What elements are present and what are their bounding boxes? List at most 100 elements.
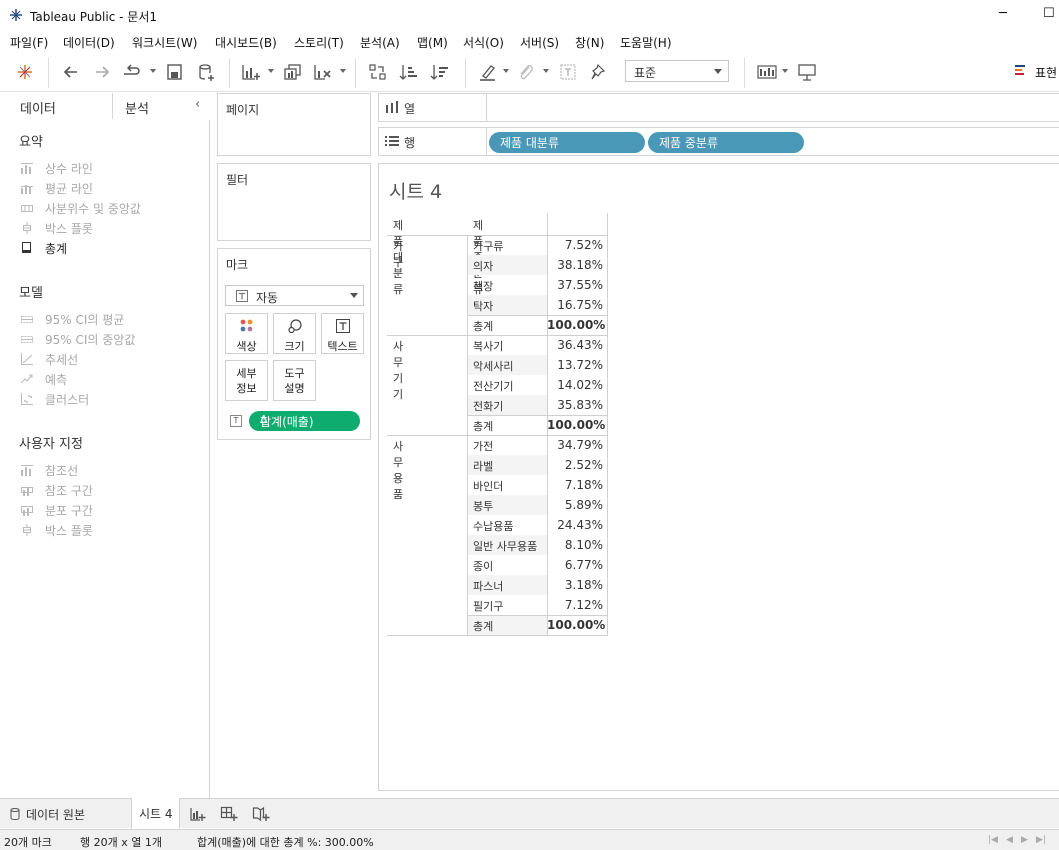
- mark-type-select[interactable]: 자동: [225, 285, 364, 306]
- menu-data[interactable]: 데이터(D): [63, 34, 115, 51]
- category-header[interactable]: 사무용품: [393, 438, 403, 502]
- subcategory-header[interactable]: 악세사리: [473, 358, 513, 378]
- table-cell-value[interactable]: 36.43%: [547, 338, 607, 358]
- save-icon[interactable]: [164, 62, 186, 82]
- measure-pill-sales[interactable]: 합계(매출) Δ: [249, 411, 360, 431]
- detail-button[interactable]: 세부 정보: [225, 360, 268, 401]
- row-pill-subcategory[interactable]: 제품 중분류: [648, 132, 804, 153]
- subcategory-header[interactable]: 라벨: [473, 458, 493, 478]
- duplicate-sheet-icon[interactable]: [282, 62, 304, 82]
- subcategory-header[interactable]: 의자: [473, 258, 493, 278]
- new-data-source-icon[interactable]: [195, 62, 217, 82]
- table-cell-value[interactable]: 7.52%: [547, 238, 607, 258]
- sort-descending-icon[interactable]: [429, 62, 451, 82]
- table-cell-value[interactable]: 14.02%: [547, 378, 607, 398]
- new-story-icon[interactable]: [252, 806, 270, 822]
- analytics-item-constant-line[interactable]: 상수 라인: [19, 160, 204, 176]
- table-cell-value[interactable]: 7.18%: [547, 478, 607, 498]
- table-cell-value[interactable]: 5.89%: [547, 498, 607, 518]
- first-sheet-icon[interactable]: |◀: [988, 835, 998, 845]
- show-cards-icon[interactable]: [756, 62, 778, 82]
- analytics-item-trend-line[interactable]: 추세선: [19, 351, 204, 367]
- last-sheet-icon[interactable]: ▶|: [1036, 835, 1046, 845]
- analytics-item-ci-mean[interactable]: 95% CI의 평균: [19, 311, 204, 327]
- show-mark-labels-icon[interactable]: [557, 62, 579, 82]
- table-cell-value[interactable]: 24.43%: [547, 518, 607, 538]
- text-button[interactable]: 텍스트: [321, 313, 364, 354]
- collapse-pane-icon[interactable]: ‹: [195, 97, 200, 112]
- menu-server[interactable]: 서버(S): [520, 34, 559, 51]
- subcategory-header[interactable]: 일반 사무용품: [473, 538, 537, 558]
- new-dashboard-icon[interactable]: [220, 806, 238, 822]
- pin-axes-icon[interactable]: [587, 62, 609, 82]
- analytics-item-distribution-band[interactable]: 분포 구간: [19, 502, 204, 518]
- highlight-icon[interactable]: [477, 62, 499, 82]
- chevron-down-icon[interactable]: [543, 69, 549, 73]
- color-button[interactable]: 색상: [225, 313, 268, 354]
- column-header[interactable]: 제품 중분류: [473, 217, 483, 296]
- row-pill-category[interactable]: 제품 대분류: [489, 132, 645, 153]
- clear-sheet-icon[interactable]: [312, 62, 334, 82]
- replay-animation-icon[interactable]: [121, 62, 143, 82]
- chevron-down-icon[interactable]: [503, 69, 509, 73]
- menu-format[interactable]: 서식(O): [463, 34, 504, 51]
- subcategory-header[interactable]: 파스너: [473, 578, 503, 598]
- table-cell-value[interactable]: 37.55%: [547, 278, 607, 298]
- chevron-down-icon[interactable]: [340, 69, 346, 73]
- swap-rows-columns-icon[interactable]: [367, 62, 389, 82]
- analytics-item-reference-line[interactable]: 참조선: [19, 462, 204, 478]
- maximize-button[interactable]: ☐: [1043, 6, 1055, 21]
- minimize-button[interactable]: ─: [999, 6, 1007, 21]
- pages-card[interactable]: 페이지: [217, 93, 371, 156]
- presentation-mode-icon[interactable]: [796, 62, 818, 82]
- tableau-home-icon[interactable]: [14, 62, 36, 82]
- menu-worksheet[interactable]: 워크시트(W): [132, 34, 197, 51]
- menu-help[interactable]: 도움말(H): [620, 34, 672, 51]
- chevron-down-icon[interactable]: [268, 69, 274, 73]
- show-me-icon[interactable]: [1015, 64, 1027, 78]
- sheet-tab[interactable]: 시트 4: [131, 798, 180, 829]
- tooltip-button[interactable]: 도구 설명: [273, 360, 316, 401]
- table-cell-value[interactable]: 6.77%: [547, 558, 607, 578]
- filters-card[interactable]: 필터: [217, 163, 371, 241]
- chevron-down-icon[interactable]: [150, 69, 156, 73]
- menu-dashboard[interactable]: 대시보드(B): [215, 34, 277, 51]
- prev-sheet-icon[interactable]: ◀: [1006, 835, 1013, 845]
- analytics-item-box-plot[interactable]: 박스 플롯: [19, 220, 204, 236]
- new-worksheet-icon[interactable]: [240, 62, 262, 82]
- subcategory-header[interactable]: 봉투: [473, 498, 493, 518]
- columns-shelf[interactable]: 열: [378, 93, 1059, 122]
- analytics-item-quartile[interactable]: 사분위수 및 중앙값: [19, 200, 204, 216]
- table-cell-value[interactable]: 3.18%: [547, 578, 607, 598]
- table-cell-value[interactable]: 2.52%: [547, 458, 607, 478]
- category-header[interactable]: 가구: [393, 238, 403, 270]
- table-cell-value[interactable]: 34.79%: [547, 438, 607, 458]
- analytics-item-reference-band[interactable]: 참조 구간: [19, 482, 204, 498]
- redo-icon[interactable]: [91, 62, 113, 82]
- new-worksheet-icon[interactable]: [189, 806, 207, 822]
- menu-story[interactable]: 스토리(T): [294, 34, 344, 51]
- group-members-icon[interactable]: [515, 62, 537, 82]
- menu-map[interactable]: 맵(M): [417, 34, 448, 51]
- show-me-button[interactable]: 표현: [1035, 64, 1057, 81]
- analytics-item-ci-median[interactable]: 95% CI의 중앙값: [19, 331, 204, 347]
- sort-ascending-icon[interactable]: [398, 62, 420, 82]
- menu-analysis[interactable]: 분석(A): [360, 34, 400, 51]
- chevron-down-icon[interactable]: [782, 69, 788, 73]
- analytics-item-box-plot-custom[interactable]: 박스 플롯: [19, 522, 204, 538]
- rows-shelf[interactable]: 행 제품 대분류 제품 중분류: [378, 127, 1059, 156]
- table-cell-value[interactable]: 13.72%: [547, 358, 607, 378]
- size-button[interactable]: 크기: [273, 313, 316, 354]
- category-header[interactable]: 사무기기: [393, 338, 403, 402]
- table-cell-value[interactable]: 38.18%: [547, 258, 607, 278]
- analytics-item-totals[interactable]: 총계: [19, 240, 204, 256]
- column-header[interactable]: 제품 대분류: [393, 217, 403, 296]
- analytics-item-forecast[interactable]: 예측: [19, 371, 204, 387]
- menu-file[interactable]: 파일(F): [10, 34, 48, 51]
- undo-icon[interactable]: [60, 62, 82, 82]
- fit-select[interactable]: 표준: [625, 60, 729, 82]
- sheet-title[interactable]: 시트 4: [389, 177, 442, 204]
- data-source-tab[interactable]: 데이터 원본: [0, 799, 131, 828]
- next-sheet-icon[interactable]: ▶: [1021, 835, 1028, 845]
- table-cell-value[interactable]: 8.10%: [547, 538, 607, 558]
